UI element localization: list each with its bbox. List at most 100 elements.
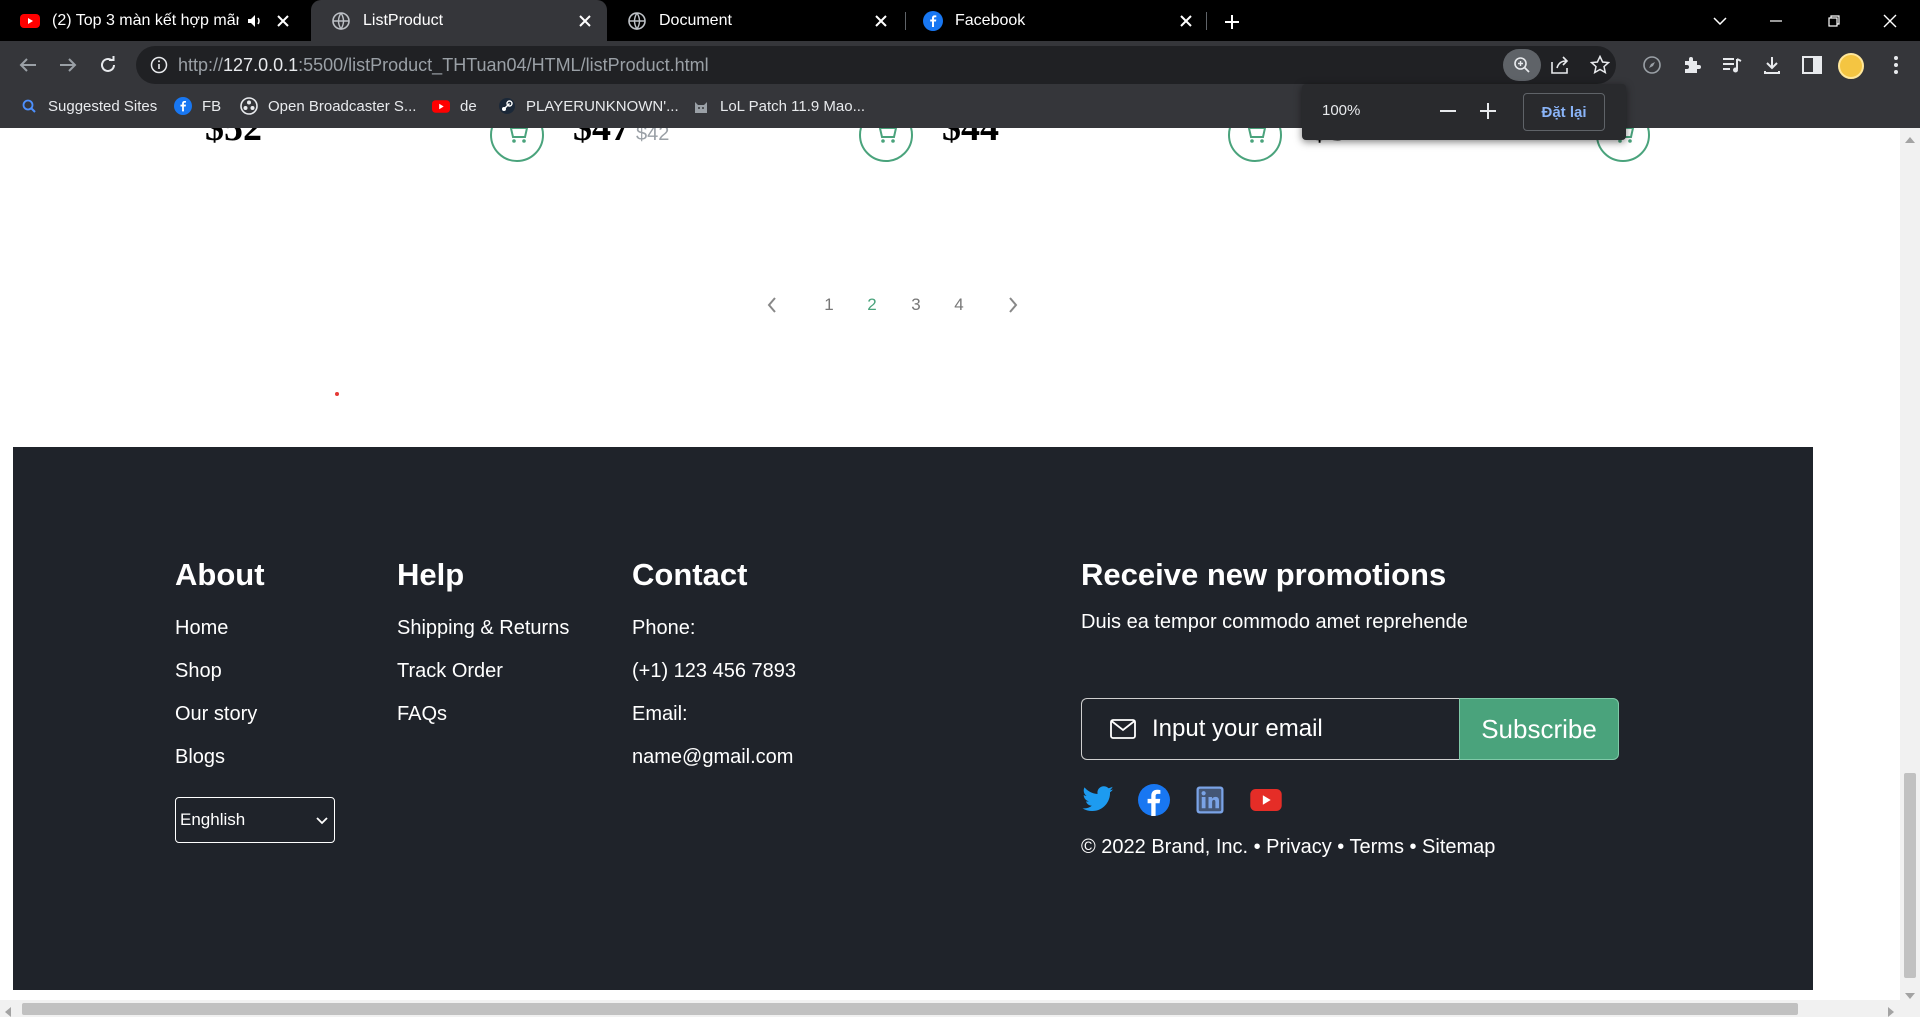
add-to-cart-button[interactable]	[859, 128, 913, 162]
forward-button[interactable]	[52, 49, 84, 81]
share-icon[interactable]	[1551, 56, 1571, 79]
youtube-icon[interactable]	[1249, 783, 1283, 817]
info-icon[interactable]	[150, 56, 168, 79]
twitter-icon[interactable]	[1081, 783, 1115, 817]
media-queue-icon[interactable]	[1716, 49, 1748, 81]
profile-avatar[interactable]	[1838, 53, 1864, 79]
bookmark-label: de	[460, 97, 477, 115]
globe-icon	[627, 11, 647, 31]
decorative-dot	[335, 392, 339, 396]
scroll-up-arrow-icon[interactable]	[1905, 130, 1915, 148]
footer-link-blogs[interactable]: Blogs	[175, 746, 335, 789]
footer-link-home[interactable]: Home	[175, 617, 335, 660]
facebook-icon	[923, 10, 943, 31]
zoom-indicator-icon[interactable]	[1503, 49, 1541, 81]
copyright-text: © 2022 Brand, Inc. • Privacy • Terms • S…	[1081, 836, 1496, 858]
page-link-3[interactable]: 3	[901, 290, 931, 320]
tab-youtube[interactable]: (2) Top 3 màn kết hợp mãn nhãn	[0, 0, 305, 41]
social-links	[1081, 783, 1305, 817]
close-icon[interactable]	[271, 9, 295, 33]
back-button[interactable]	[12, 49, 44, 81]
bookmark-star-icon[interactable]	[1589, 54, 1611, 80]
cart-icon	[505, 128, 529, 149]
scroll-left-arrow-icon[interactable]	[5, 1004, 11, 1017]
minimize-button[interactable]	[1748, 0, 1804, 41]
globe-icon	[331, 11, 351, 31]
extensions-puzzle-icon[interactable]	[1676, 49, 1708, 81]
youtube-icon	[432, 97, 450, 115]
bookmark-obs[interactable]: Open Broadcaster S...	[240, 89, 416, 123]
chevron-left-icon[interactable]	[762, 295, 782, 315]
reload-button[interactable]	[92, 49, 124, 81]
footer-help-column: Help Shipping & Returns Track Order FAQs	[397, 557, 569, 746]
search-icon	[20, 97, 38, 115]
vertical-scroll-thumb[interactable]	[1904, 773, 1916, 978]
email-input[interactable]: Input your email	[1081, 698, 1459, 760]
url-text[interactable]: http://127.0.0.1:5500/listProduct_THTuan…	[178, 46, 709, 84]
close-window-button[interactable]	[1862, 0, 1918, 41]
tab-title: Document	[659, 11, 732, 29]
page-link-4[interactable]: 4	[944, 290, 974, 320]
zoom-popup: 100% Đặt lại	[1302, 84, 1626, 140]
browser-toolbar: http://127.0.0.1:5500/listProduct_THTuan…	[0, 41, 1920, 89]
tab-facebook[interactable]: Facebook	[903, 0, 1208, 41]
cart-icon	[1243, 128, 1267, 149]
url-scheme: http://	[178, 55, 224, 75]
product-old-price: $42	[636, 128, 670, 145]
close-icon[interactable]	[1174, 9, 1198, 33]
footer-link-faqs[interactable]: FAQs	[397, 703, 569, 746]
horizontal-scrollbar[interactable]	[0, 1000, 1920, 1017]
close-icon[interactable]	[869, 9, 893, 33]
zoom-in-button[interactable]	[1474, 97, 1502, 125]
steam-icon	[498, 97, 516, 115]
bookmark-fb[interactable]: FB	[174, 89, 221, 123]
menu-icon[interactable]	[1880, 49, 1912, 81]
bookmark-pubg[interactable]: PLAYERUNKNOWN'...	[498, 89, 679, 123]
cat-icon	[692, 97, 710, 115]
footer-link-our-story[interactable]: Our story	[175, 703, 335, 746]
chevron-right-icon[interactable]	[1003, 295, 1023, 315]
cart-icon	[874, 128, 898, 149]
zoom-out-button[interactable]	[1434, 97, 1462, 125]
tab-document[interactable]: Document	[607, 0, 903, 41]
download-icon[interactable]	[1756, 49, 1788, 81]
compass-extension-icon[interactable]	[1636, 49, 1668, 81]
contact-phone-value: (+1) 123 456 7893	[632, 660, 797, 682]
zoom-reset-button[interactable]: Đặt lại	[1523, 93, 1605, 131]
page-link-2[interactable]: 2	[857, 290, 887, 320]
side-panel-icon[interactable]	[1796, 49, 1828, 81]
footer-link-shop[interactable]: Shop	[175, 660, 335, 703]
facebook-icon[interactable]	[1137, 783, 1171, 817]
vertical-scrollbar[interactable]	[1900, 128, 1920, 1000]
page-link-1[interactable]: 1	[814, 290, 844, 320]
bookmark-suggested-sites[interactable]: Suggested Sites	[20, 89, 157, 123]
product-price: $47 $42	[573, 128, 669, 150]
speaker-icon[interactable]	[245, 11, 265, 31]
tab-listproduct[interactable]: ListProduct	[311, 0, 607, 41]
linkedin-icon[interactable]	[1193, 783, 1227, 817]
new-tab-button[interactable]	[1218, 8, 1246, 36]
scroll-right-arrow-icon[interactable]	[1888, 1004, 1894, 1017]
close-icon[interactable]	[573, 9, 597, 33]
url-path: :5500/listProduct_THTuan04/HTML/listProd…	[298, 55, 709, 75]
add-to-cart-button[interactable]	[490, 128, 544, 162]
address-bar[interactable]: http://127.0.0.1:5500/listProduct_THTuan…	[136, 46, 1616, 84]
language-select[interactable]: Enghlish	[175, 797, 335, 843]
horizontal-scroll-thumb[interactable]	[22, 1003, 1798, 1015]
bookmark-label: FB	[202, 97, 222, 115]
restore-button[interactable]	[1806, 0, 1862, 41]
bookmark-lol-patch[interactable]: LoL Patch 11.9 Mao...	[692, 89, 865, 123]
footer-heading-about: About	[175, 557, 265, 592]
bookmark-de[interactable]: de	[432, 89, 477, 123]
product-price: $52	[205, 128, 262, 149]
footer-link-track-order[interactable]: Track Order	[397, 660, 569, 703]
zoom-level: 100%	[1322, 102, 1361, 119]
envelope-icon	[1110, 718, 1138, 740]
contact-email-label: Email:	[632, 703, 688, 725]
footer-link-shipping-returns[interactable]: Shipping & Returns	[397, 617, 569, 660]
bookmark-label: Suggested Sites	[48, 97, 158, 115]
newsletter-form: Input your email Subscribe	[1081, 698, 1619, 760]
subscribe-button[interactable]: Subscribe	[1459, 698, 1619, 760]
add-to-cart-button[interactable]	[1228, 128, 1282, 162]
tab-search-button[interactable]	[1692, 0, 1748, 41]
